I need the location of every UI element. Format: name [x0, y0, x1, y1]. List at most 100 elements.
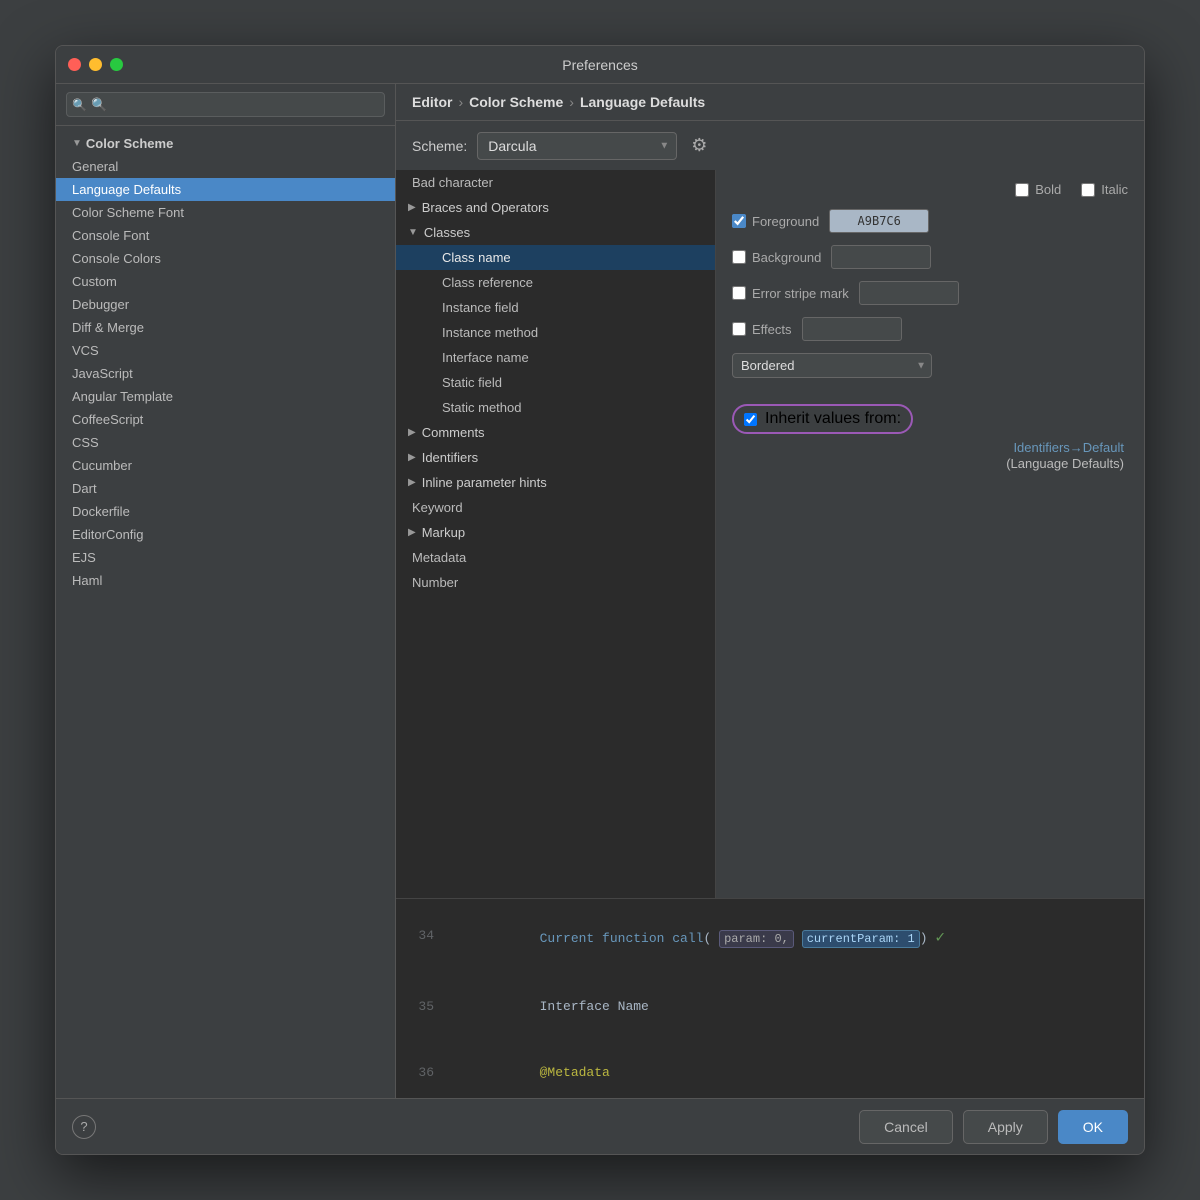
- foreground-color-box[interactable]: A9B7C6: [829, 209, 929, 233]
- bold-checkbox[interactable]: [1015, 183, 1029, 197]
- sidebar-tree: ▼ Color Scheme General Language Defaults…: [56, 126, 395, 1098]
- color-scheme-tree: Bad character ▶ Braces and Operators ▼ C…: [396, 170, 716, 898]
- color-tree-inline-hints[interactable]: ▶ Inline parameter hints: [396, 470, 715, 495]
- color-tree-static-method[interactable]: Static method: [396, 395, 715, 420]
- color-tree-number[interactable]: Number: [396, 570, 715, 595]
- apply-button[interactable]: Apply: [963, 1110, 1048, 1144]
- sidebar-section-color-scheme[interactable]: ▼ Color Scheme: [56, 132, 395, 155]
- sidebar-item-coffeescript[interactable]: CoffeeScript: [56, 408, 395, 431]
- foreground-checkbox[interactable]: [732, 214, 746, 228]
- color-tree-instance-field[interactable]: Instance field: [396, 295, 715, 320]
- italic-checkbox[interactable]: [1081, 183, 1095, 197]
- help-button[interactable]: ?: [72, 1115, 96, 1139]
- inherit-link[interactable]: Identifiers→Default: [732, 440, 1124, 455]
- sidebar-item-dart[interactable]: Dart: [56, 477, 395, 500]
- sidebar-item-dockerfile[interactable]: Dockerfile: [56, 500, 395, 523]
- breadcrumb-color-scheme: Color Scheme: [469, 94, 563, 110]
- sidebar-item-haml[interactable]: Haml: [56, 569, 395, 592]
- title-bar: Preferences: [56, 46, 1144, 84]
- inherit-sub: (Language Defaults): [1006, 456, 1124, 471]
- editor-area: Bad character ▶ Braces and Operators ▼ C…: [396, 170, 1144, 898]
- color-tree-static-field[interactable]: Static field: [396, 370, 715, 395]
- code-line-36: 36@Metadata: [396, 1041, 1144, 1098]
- sidebar-item-diff-merge[interactable]: Diff & Merge: [56, 316, 395, 339]
- expand-icon: ▶: [408, 427, 416, 438]
- error-stripe-row: Error stripe mark: [732, 281, 1128, 305]
- foreground-checkbox-label[interactable]: Foreground: [732, 214, 819, 229]
- error-stripe-color-box[interactable]: [859, 281, 959, 305]
- breadcrumb-sep1: ›: [458, 94, 463, 110]
- bold-italic-row: Bold Italic: [732, 182, 1128, 197]
- color-tree-metadata[interactable]: Metadata: [396, 545, 715, 570]
- scheme-row: Scheme: Darcula ▼ ⚙: [396, 121, 1144, 170]
- cancel-button[interactable]: Cancel: [859, 1110, 953, 1144]
- collapse-icon: ▼: [408, 227, 418, 238]
- sidebar-item-editorconfig[interactable]: EditorConfig: [56, 523, 395, 546]
- color-tree-keyword[interactable]: Keyword: [396, 495, 715, 520]
- sidebar-item-console-colors[interactable]: Console Colors: [56, 247, 395, 270]
- background-checkbox[interactable]: [732, 250, 746, 264]
- sidebar-item-language-defaults[interactable]: Language Defaults: [56, 178, 395, 201]
- scheme-select[interactable]: Darcula: [477, 132, 677, 160]
- scheme-gear-button[interactable]: ⚙: [687, 131, 711, 160]
- window-title: Preferences: [562, 57, 637, 73]
- sidebar-item-vcs[interactable]: VCS: [56, 339, 395, 362]
- minimize-button[interactable]: [89, 58, 102, 71]
- sidebar-item-console-font[interactable]: Console Font: [56, 224, 395, 247]
- sidebar-item-cucumber[interactable]: Cucumber: [56, 454, 395, 477]
- effects-color-box[interactable]: [802, 317, 902, 341]
- inherit-section: Inherit values from: Identifiers→Default…: [732, 394, 1128, 483]
- bold-checkbox-label[interactable]: Bold: [1015, 182, 1061, 197]
- foreground-row: Foreground A9B7C6: [732, 209, 1128, 233]
- color-tree-instance-method[interactable]: Instance method: [396, 320, 715, 345]
- effects-checkbox-label[interactable]: Effects: [732, 322, 792, 337]
- color-tree-bad-character[interactable]: Bad character: [396, 170, 715, 195]
- background-checkbox-label[interactable]: Background: [732, 250, 821, 265]
- color-tree-identifiers[interactable]: ▶ Identifiers: [396, 445, 715, 470]
- code-line-35: 35Interface Name: [396, 974, 1144, 1040]
- inherit-link-row: Identifiers→Default (Language Defaults): [732, 440, 1128, 473]
- effect-type-row: Bordered Underline Bold Underline ▼: [732, 353, 1128, 378]
- sidebar-item-debugger[interactable]: Debugger: [56, 293, 395, 316]
- search-input[interactable]: [66, 92, 385, 117]
- sidebar-item-color-scheme-font[interactable]: Color Scheme Font: [56, 201, 395, 224]
- color-tree-class-name[interactable]: Class name: [396, 245, 715, 270]
- bottom-bar: ? Cancel Apply OK: [56, 1098, 1144, 1154]
- breadcrumb: Editor › Color Scheme › Language Default…: [396, 84, 1144, 121]
- arrow-down-icon: ▼: [72, 138, 82, 149]
- search-icon: 🔍: [72, 98, 87, 112]
- color-tree-braces-operators[interactable]: ▶ Braces and Operators: [396, 195, 715, 220]
- window-controls: [68, 58, 123, 71]
- color-tree-interface-name[interactable]: Interface name: [396, 345, 715, 370]
- sidebar-item-custom[interactable]: Custom: [56, 270, 395, 293]
- close-button[interactable]: [68, 58, 81, 71]
- error-stripe-checkbox-label[interactable]: Error stripe mark: [732, 286, 849, 301]
- background-color-box[interactable]: [831, 245, 931, 269]
- color-tree-class-reference[interactable]: Class reference: [396, 270, 715, 295]
- sidebar-item-angular-template[interactable]: Angular Template: [56, 385, 395, 408]
- breadcrumb-editor: Editor: [412, 94, 452, 110]
- sidebar-item-css[interactable]: CSS: [56, 431, 395, 454]
- effects-checkbox[interactable]: [732, 322, 746, 336]
- error-stripe-checkbox[interactable]: [732, 286, 746, 300]
- search-bar: 🔍: [56, 84, 395, 126]
- maximize-button[interactable]: [110, 58, 123, 71]
- ok-button[interactable]: OK: [1058, 1110, 1128, 1144]
- sidebar-item-javascript[interactable]: JavaScript: [56, 362, 395, 385]
- color-tree-classes[interactable]: ▼ Classes: [396, 220, 715, 245]
- sidebar: 🔍 ▼ Color Scheme General Language Defaul…: [56, 84, 396, 1098]
- properties-panel: Bold Italic Foreground: [716, 170, 1144, 898]
- color-tree-comments[interactable]: ▶ Comments: [396, 420, 715, 445]
- italic-checkbox-label[interactable]: Italic: [1081, 182, 1128, 197]
- effect-select-wrapper: Bordered Underline Bold Underline ▼: [732, 353, 932, 378]
- inherit-checkbox[interactable]: [744, 413, 757, 426]
- inherit-label: Inherit values from:: [765, 410, 901, 428]
- search-wrapper: 🔍: [66, 92, 385, 117]
- color-tree-markup[interactable]: ▶ Markup: [396, 520, 715, 545]
- breadcrumb-language-defaults: Language Defaults: [580, 94, 705, 110]
- effect-type-select[interactable]: Bordered Underline Bold Underline: [732, 353, 932, 378]
- sidebar-item-general[interactable]: General: [56, 155, 395, 178]
- scheme-label: Scheme:: [412, 138, 467, 154]
- sidebar-item-ejs[interactable]: EJS: [56, 546, 395, 569]
- scheme-select-wrapper: Darcula ▼: [477, 132, 677, 160]
